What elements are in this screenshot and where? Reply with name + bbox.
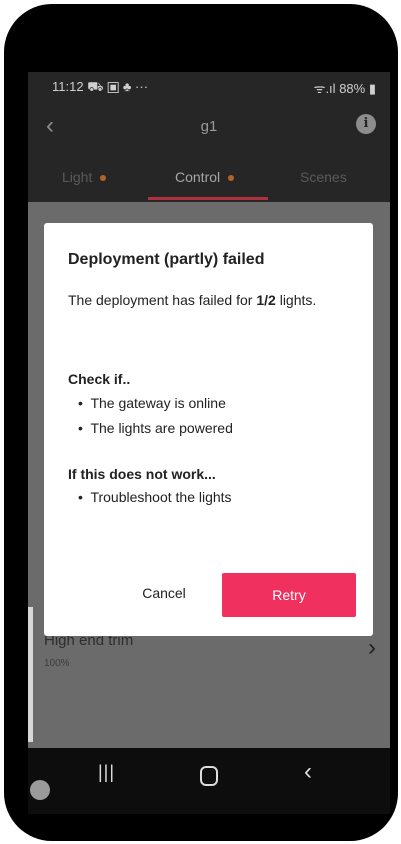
message-prefix: The deployment has failed for xyxy=(68,292,257,308)
active-tab-indicator xyxy=(148,197,268,200)
phone-frame: 11:12 ⛟ ▣ ♣ ··· ᯤ.ıl 88% ▮ ‹ g1 i Light … xyxy=(4,4,398,841)
status-bar: 11:12 ⛟ ▣ ♣ ··· ᯤ.ıl 88% ▮ xyxy=(28,72,390,102)
status-time: 11:12 xyxy=(52,79,84,94)
tab-bar: Light Control Scenes xyxy=(28,152,390,202)
back-nav-icon[interactable]: ‹ xyxy=(304,758,312,786)
floating-assist-icon[interactable] xyxy=(30,780,50,800)
side-handle[interactable] xyxy=(28,607,33,742)
recents-icon[interactable]: ||| xyxy=(98,762,115,783)
info-icon[interactable]: i xyxy=(356,114,376,134)
check-item: • The lights are powered xyxy=(78,420,233,436)
tab-scenes[interactable]: Scenes xyxy=(300,169,347,185)
page-title: g1 xyxy=(200,118,218,135)
message-count: 1/2 xyxy=(256,292,276,308)
check-item: • The gateway is online xyxy=(78,395,226,411)
screen: 11:12 ⛟ ▣ ♣ ··· ᯤ.ıl 88% ▮ ‹ g1 i Light … xyxy=(28,72,390,814)
tab-light[interactable]: Light xyxy=(62,169,107,185)
battery-icon: ▮ xyxy=(368,81,376,96)
battery-percent: 88% xyxy=(339,81,366,96)
signal-icon: ᯤ.ıl xyxy=(313,81,336,96)
message-suffix: lights. xyxy=(275,292,317,308)
tab-control[interactable]: Control xyxy=(175,169,235,185)
tab-control-dot xyxy=(228,175,235,182)
tab-scenes-label: Scenes xyxy=(300,169,347,185)
list-item-subtitle: 100% xyxy=(44,658,70,669)
tab-light-label: Light xyxy=(62,169,93,185)
system-nav-bar: ||| ‹ xyxy=(28,748,390,814)
status-right: ᯤ.ıl 88% ▮ xyxy=(314,79,376,97)
notwork-item-text: Troubleshoot the lights xyxy=(90,489,232,505)
dialog-message: The deployment has failed for 1/2 lights… xyxy=(68,291,348,309)
error-dialog: Deployment (partly) failed The deploymen… xyxy=(44,223,373,636)
tab-light-dot xyxy=(100,175,107,182)
status-left: 11:12 ⛟ ▣ ♣ ··· xyxy=(52,79,148,97)
notwork-heading: If this does not work... xyxy=(68,466,216,482)
app-bar: ‹ g1 i xyxy=(28,102,390,152)
chevron-right-icon[interactable]: › xyxy=(368,634,376,662)
tab-control-label: Control xyxy=(175,169,221,185)
home-icon[interactable] xyxy=(200,766,218,786)
retry-button[interactable]: Retry xyxy=(222,573,356,617)
cancel-button[interactable]: Cancel xyxy=(104,585,224,601)
check-item-text: The lights are powered xyxy=(90,420,233,436)
dialog-title: Deployment (partly) failed xyxy=(68,251,265,268)
notification-icons: ⛟ ▣ ♣ ··· xyxy=(87,79,149,94)
notwork-item: • Troubleshoot the lights xyxy=(78,489,232,505)
check-heading: Check if.. xyxy=(68,371,131,387)
check-item-text: The gateway is online xyxy=(90,395,226,411)
